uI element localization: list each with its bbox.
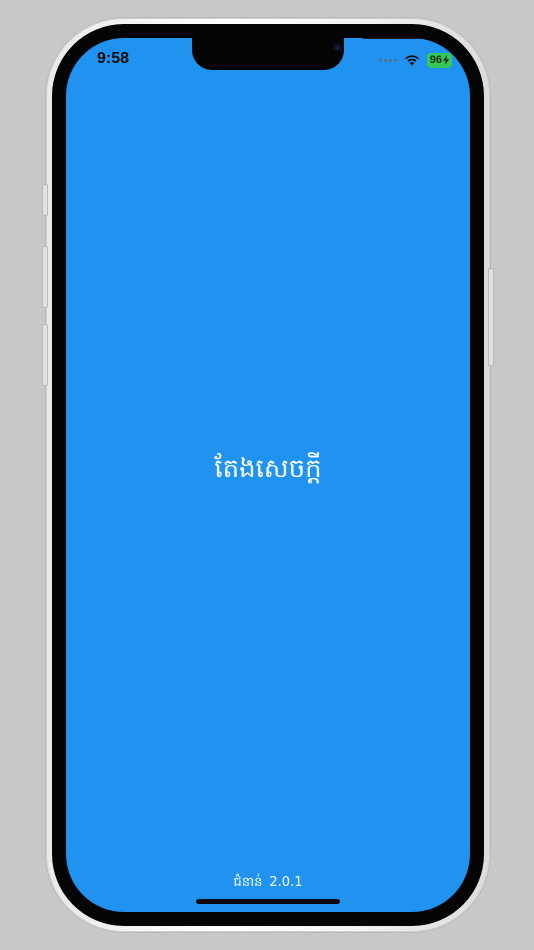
device-mockup: 9:58 96 តែងសេចក្តី ជំនាន់ 2.0.1 xyxy=(0,0,534,950)
status-indicators: 96 xyxy=(378,52,452,68)
power-button xyxy=(488,268,494,366)
action-button xyxy=(42,184,48,216)
speaker-grille xyxy=(362,38,426,39)
app-title: តែងសេចក្តី xyxy=(214,454,322,484)
cellular-signal-icon xyxy=(378,58,397,62)
front-camera-icon xyxy=(333,43,342,52)
status-time: 9:58 xyxy=(97,50,130,67)
volume-down-button xyxy=(42,324,48,386)
version-label: ជំនាន់ xyxy=(233,875,263,890)
battery-level: 96 xyxy=(429,53,442,66)
app-screen: 9:58 96 តែងសេចក្តី ជំនាន់ 2.0.1 xyxy=(66,38,470,912)
charging-bolt-icon xyxy=(443,55,449,65)
wifi-icon xyxy=(404,55,419,66)
home-indicator[interactable] xyxy=(196,899,340,904)
version-info: ជំនាន់ 2.0.1 xyxy=(66,874,470,893)
notch xyxy=(192,38,426,70)
version-number: 2.0.1 xyxy=(269,875,303,890)
battery-charging-icon: 96 xyxy=(426,52,452,68)
volume-up-button xyxy=(42,246,48,308)
